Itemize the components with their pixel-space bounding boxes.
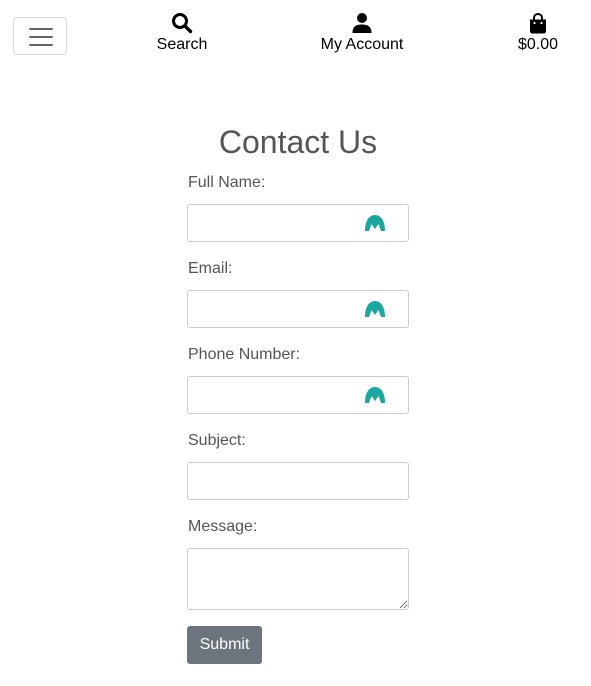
user-icon [352, 13, 372, 33]
message-label: Message: [188, 518, 258, 535]
search-link[interactable]: Search [152, 12, 212, 54]
cart-total: $0.00 [517, 36, 559, 53]
search-label: Search [156, 36, 208, 53]
my-account-link[interactable]: My Account [312, 12, 412, 54]
shopping-bag-icon [530, 12, 546, 34]
search-icon [172, 13, 193, 34]
autofill-icon[interactable] [364, 300, 386, 318]
cart-link[interactable]: $0.00 [508, 12, 568, 54]
full-name-label: Full Name: [188, 174, 266, 191]
top-navbar: Search My Account $0.00 [0, 0, 591, 70]
hamburger-icon-bar [29, 36, 53, 38]
phone-number-label: Phone Number: [188, 346, 301, 363]
subject-label: Subject: [188, 432, 246, 449]
hamburger-icon-bar [29, 44, 53, 46]
page-title: Contact Us [218, 124, 378, 160]
email-label: Email: [188, 260, 233, 277]
my-account-label: My Account [320, 36, 404, 53]
autofill-icon[interactable] [364, 386, 386, 404]
subject-input[interactable] [187, 462, 409, 500]
menu-toggle-button[interactable] [13, 17, 67, 55]
message-textarea[interactable] [187, 548, 409, 610]
submit-button[interactable]: Submit [187, 626, 262, 664]
hamburger-icon [29, 28, 53, 30]
autofill-icon[interactable] [364, 214, 386, 232]
